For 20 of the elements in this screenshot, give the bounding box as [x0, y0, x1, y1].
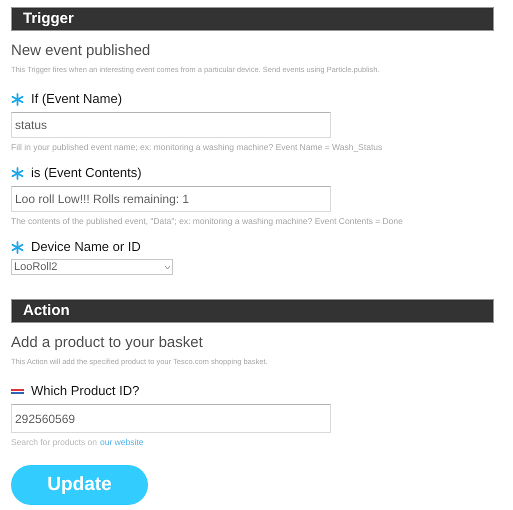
asterisk-icon [11, 240, 24, 254]
section-header: Action [11, 299, 494, 323]
field-label: is (Event Contents) [31, 164, 142, 182]
asterisk-icon [11, 92, 24, 106]
section-title: Add a product to your basket [11, 333, 204, 353]
input-field[interactable]: 292560569 [11, 404, 331, 433]
caret-icon [165, 266, 170, 268]
field-label: Which Product ID? [31, 382, 140, 400]
field-label: If (Event Name) [31, 90, 122, 108]
section-title: New event published [11, 41, 152, 61]
field-hint: The contents of the published event, "Data"; ex: monitoring a washing machine? Event Contents = Done [11, 215, 404, 228]
section-header: Trigger [11, 7, 494, 31]
field-hint: Fill in your published event name; ex: monitoring a washing machine? Event Name = Wash_Status [11, 141, 384, 154]
logo-icon [11, 388, 24, 394]
field-hint: Search for products on [11, 436, 97, 449]
input-field[interactable]: Loo roll Low!!! Rolls remaining: 1 [11, 186, 331, 212]
input-field[interactable]: status [11, 112, 331, 138]
field-label: Device Name or ID [31, 238, 141, 256]
device-select[interactable]: LooRoll2 [11, 259, 173, 275]
asterisk-icon [11, 166, 24, 180]
